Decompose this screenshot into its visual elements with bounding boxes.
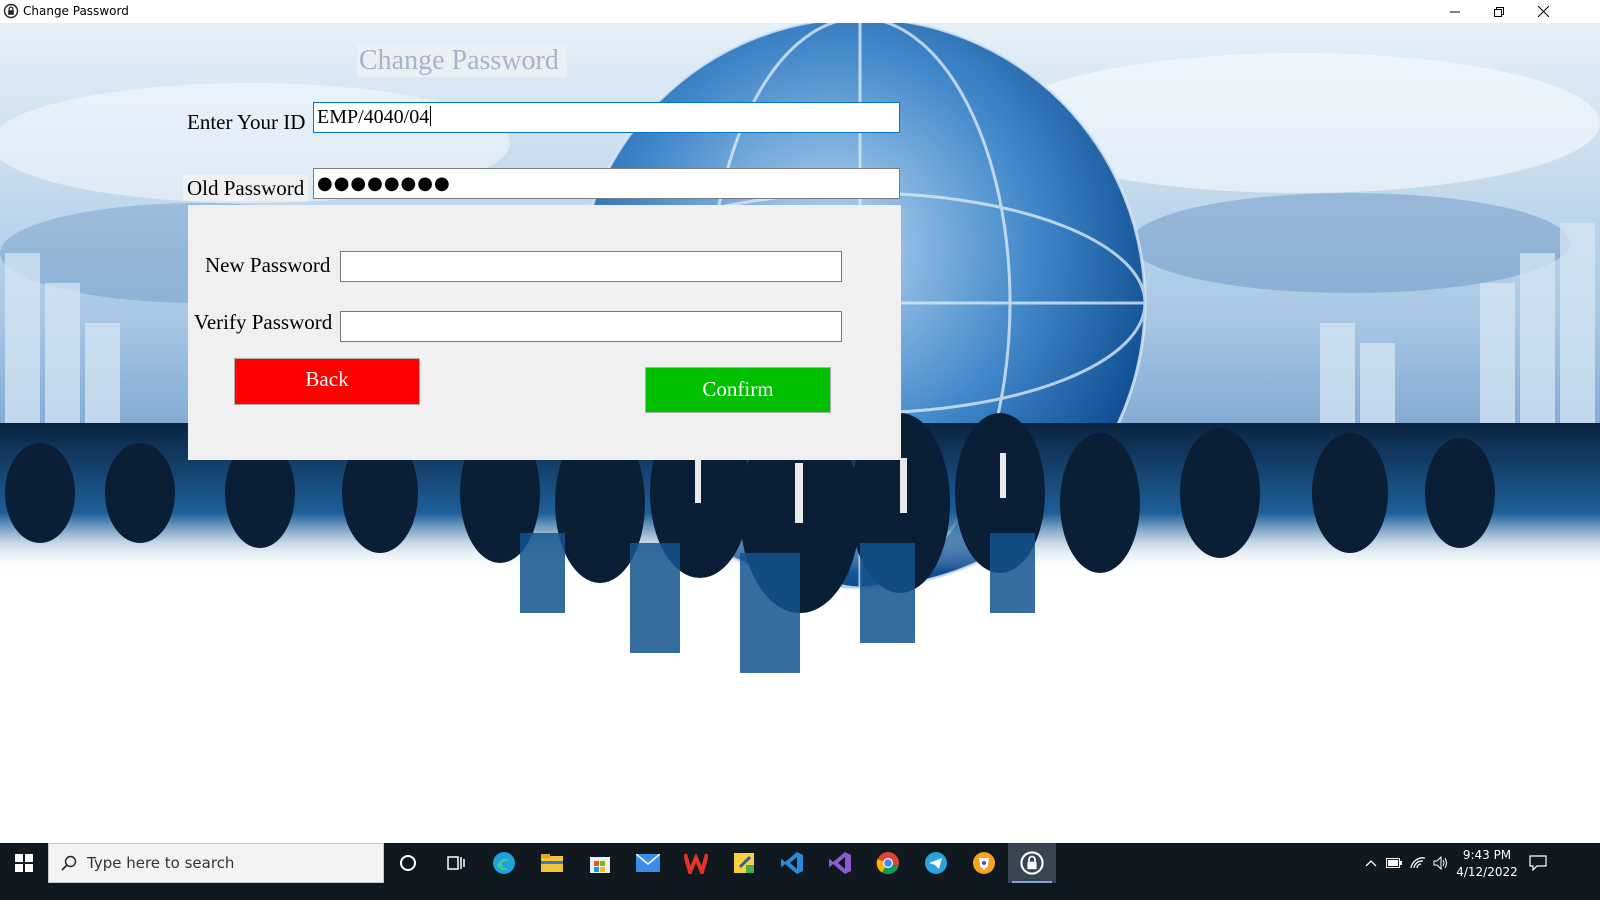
change-password-app-button[interactable] (1008, 843, 1056, 883)
windows-logo-icon (15, 854, 33, 872)
visual-studio-button[interactable] (816, 843, 864, 883)
search-icon (61, 855, 77, 871)
vscode-icon (781, 852, 803, 874)
file-explorer-icon (541, 854, 563, 872)
id-value: EMP/4040/04 (317, 106, 430, 128)
lock-refresh-icon (3, 3, 19, 19)
brave-button[interactable] (960, 843, 1008, 883)
edge-button[interactable] (480, 843, 528, 883)
clock-date: 4/12/2022 (1456, 864, 1518, 879)
clock[interactable]: 9:43 PM 4/12/2022 (1455, 843, 1519, 883)
mail-button[interactable] (624, 843, 672, 883)
chevron-up-icon (1365, 860, 1377, 867)
sticky-notes-icon (734, 853, 754, 873)
store-icon (590, 857, 610, 873)
restore-button[interactable] (1476, 0, 1521, 23)
restore-icon (1493, 6, 1504, 17)
verify-password-label: Verify Password (194, 310, 333, 334)
id-label: Enter Your ID (187, 110, 306, 134)
wps-office-icon (684, 852, 708, 874)
search-placeholder: Type here to search (87, 854, 235, 872)
file-explorer-button[interactable] (528, 843, 576, 883)
new-password-field[interactable] (340, 251, 842, 282)
notification-icon (1529, 855, 1547, 871)
action-center-button[interactable] (1522, 843, 1554, 883)
show-hidden-icons-button[interactable] (1360, 843, 1382, 883)
network-button[interactable] (1407, 843, 1429, 883)
new-password-label: New Password (205, 253, 331, 277)
wps-office-button[interactable] (672, 843, 720, 883)
wifi-icon (1410, 857, 1426, 869)
confirm-button[interactable]: Confirm (645, 367, 831, 413)
battery-button[interactable] (1383, 843, 1405, 883)
telegram-button[interactable] (912, 843, 960, 883)
old-password-value: ●●●●●●●● (317, 173, 451, 194)
brave-icon (973, 852, 995, 874)
vscode-button[interactable] (768, 843, 816, 883)
start-button[interactable] (0, 843, 48, 883)
volume-button[interactable] (1430, 843, 1452, 883)
window-title: Change Password (23, 4, 129, 18)
old-password-field[interactable]: ●●●●●●●● (313, 168, 900, 199)
telegram-icon (925, 852, 947, 874)
sticky-notes-button[interactable] (720, 843, 768, 883)
change-password-app-icon (1020, 851, 1044, 875)
taskbar: Type here to search 9:43 PM 4/12/2022 (0, 843, 1600, 900)
task-view-button[interactable] (432, 843, 480, 883)
minimize-icon (1449, 11, 1460, 12)
minimize-button[interactable] (1432, 0, 1477, 23)
chrome-icon (876, 852, 899, 875)
old-password-label: Old Password (183, 175, 309, 201)
close-button[interactable] (1521, 0, 1566, 23)
active-indicator (1012, 881, 1052, 883)
back-button-label: Back (305, 367, 349, 391)
battery-icon (1386, 858, 1402, 868)
page-title: Change Password (357, 45, 567, 77)
task-view-icon (447, 856, 465, 870)
taskbar-search-box[interactable]: Type here to search (48, 843, 384, 883)
close-icon (1538, 6, 1549, 17)
confirm-button-label: Confirm (702, 376, 774, 401)
chrome-button[interactable] (864, 843, 912, 883)
id-field[interactable]: EMP/4040/04 (313, 102, 900, 133)
title-bar: Change Password (0, 0, 1600, 23)
mail-icon (636, 854, 660, 872)
edge-icon (493, 852, 515, 874)
back-button[interactable]: Back (234, 358, 420, 405)
cortana-button[interactable] (384, 843, 432, 883)
speaker-icon (1433, 856, 1447, 870)
store-button[interactable] (576, 843, 624, 883)
cortana-icon (400, 855, 416, 871)
clock-time: 9:43 PM (1462, 847, 1512, 862)
verify-password-field[interactable] (340, 311, 842, 342)
visual-studio-icon (829, 852, 851, 874)
text-caret (430, 106, 432, 126)
